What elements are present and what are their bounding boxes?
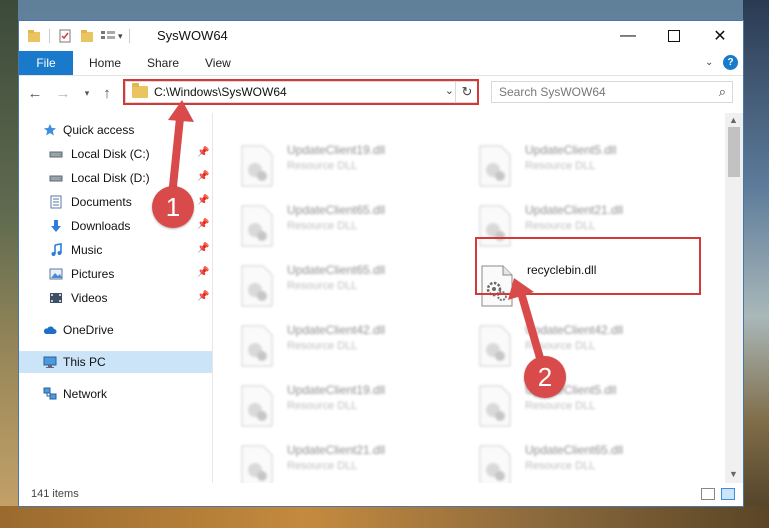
annotation-arrows bbox=[168, 100, 544, 362]
step-marker-1: 1 bbox=[152, 186, 194, 228]
step-marker-2: 2 bbox=[524, 356, 566, 398]
arrow-to-address-bar bbox=[168, 114, 184, 200]
arrow-to-file bbox=[518, 292, 544, 362]
arrow-head-1 bbox=[168, 100, 194, 122]
